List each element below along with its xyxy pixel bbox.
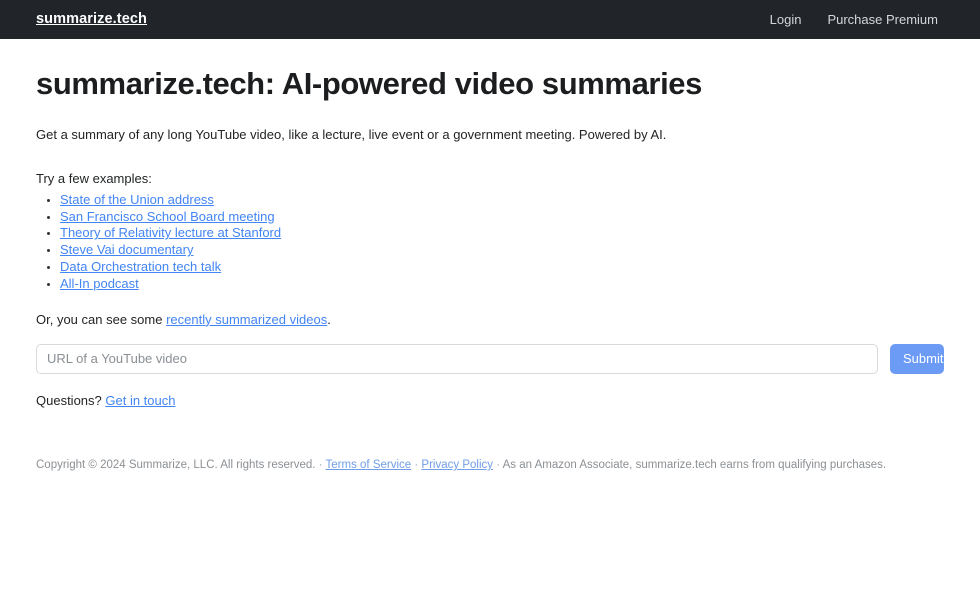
footer-separator: · bbox=[318, 459, 323, 472]
example-link-data-orchestration[interactable]: Data Orchestration tech talk bbox=[60, 259, 221, 274]
list-item: Data Orchestration tech talk bbox=[60, 259, 944, 276]
footer-affiliate-disclosure: As an Amazon Associate, summarize.tech e… bbox=[502, 459, 887, 472]
main-content: summarize.tech: AI-powered video summari… bbox=[0, 65, 980, 475]
example-link-relativity-lecture[interactable]: Theory of Relativity lecture at Stanford bbox=[60, 225, 281, 240]
nav-link-login[interactable]: Login bbox=[770, 13, 802, 26]
questions-line: Questions? Get in touch bbox=[36, 392, 944, 411]
examples-list: State of the Union address San Francisco… bbox=[36, 192, 944, 293]
nav-links-group: Login Purchase Premium bbox=[770, 13, 938, 26]
recent-suffix-text: . bbox=[327, 311, 331, 327]
top-navbar: summarize.tech Login Purchase Premium bbox=[0, 0, 980, 39]
recent-prefix-text: Or, you can see some bbox=[36, 311, 167, 327]
get-in-touch-link[interactable]: Get in touch bbox=[105, 393, 175, 408]
brand-logo[interactable]: summarize.tech bbox=[36, 12, 147, 27]
recently-summarized-line: Or, you can see some recently summarized… bbox=[36, 311, 944, 330]
recently-summarized-videos-link[interactable]: recently summarized videos bbox=[166, 312, 327, 327]
examples-intro-label: Try a few examples: bbox=[36, 171, 152, 187]
footer-separator: · bbox=[414, 459, 419, 472]
page-footer: Copyright © 2024 Summarize, LLC. All rig… bbox=[36, 457, 944, 474]
questions-prefix-text: Questions? bbox=[36, 392, 106, 408]
footer-separator: · bbox=[496, 459, 501, 472]
footer-link-terms-of-service[interactable]: Terms of Service bbox=[326, 459, 412, 471]
page-description: Get a summary of any long YouTube video,… bbox=[36, 127, 667, 143]
footer-copyright-text: Copyright © 2024 Summarize, LLC. All rig… bbox=[36, 459, 316, 472]
example-link-all-in-podcast[interactable]: All-In podcast bbox=[60, 276, 139, 291]
example-link-sf-school-board[interactable]: San Francisco School Board meeting bbox=[60, 209, 275, 224]
page-title: summarize.tech: AI-powered video summari… bbox=[36, 66, 702, 101]
nav-link-purchase-premium[interactable]: Purchase Premium bbox=[827, 13, 938, 26]
youtube-url-input[interactable] bbox=[36, 343, 878, 374]
url-submit-form: Submit bbox=[36, 343, 944, 374]
example-link-state-of-the-union[interactable]: State of the Union address bbox=[60, 192, 214, 207]
list-item: Steve Vai documentary bbox=[60, 242, 944, 259]
list-item: San Francisco School Board meeting bbox=[60, 209, 944, 226]
list-item: All-In podcast bbox=[60, 276, 944, 293]
example-link-steve-vai[interactable]: Steve Vai documentary bbox=[60, 242, 193, 257]
submit-button[interactable]: Submit bbox=[890, 343, 944, 374]
list-item: State of the Union address bbox=[60, 192, 944, 209]
list-item: Theory of Relativity lecture at Stanford bbox=[60, 225, 944, 242]
footer-link-privacy-policy[interactable]: Privacy Policy bbox=[421, 459, 493, 471]
